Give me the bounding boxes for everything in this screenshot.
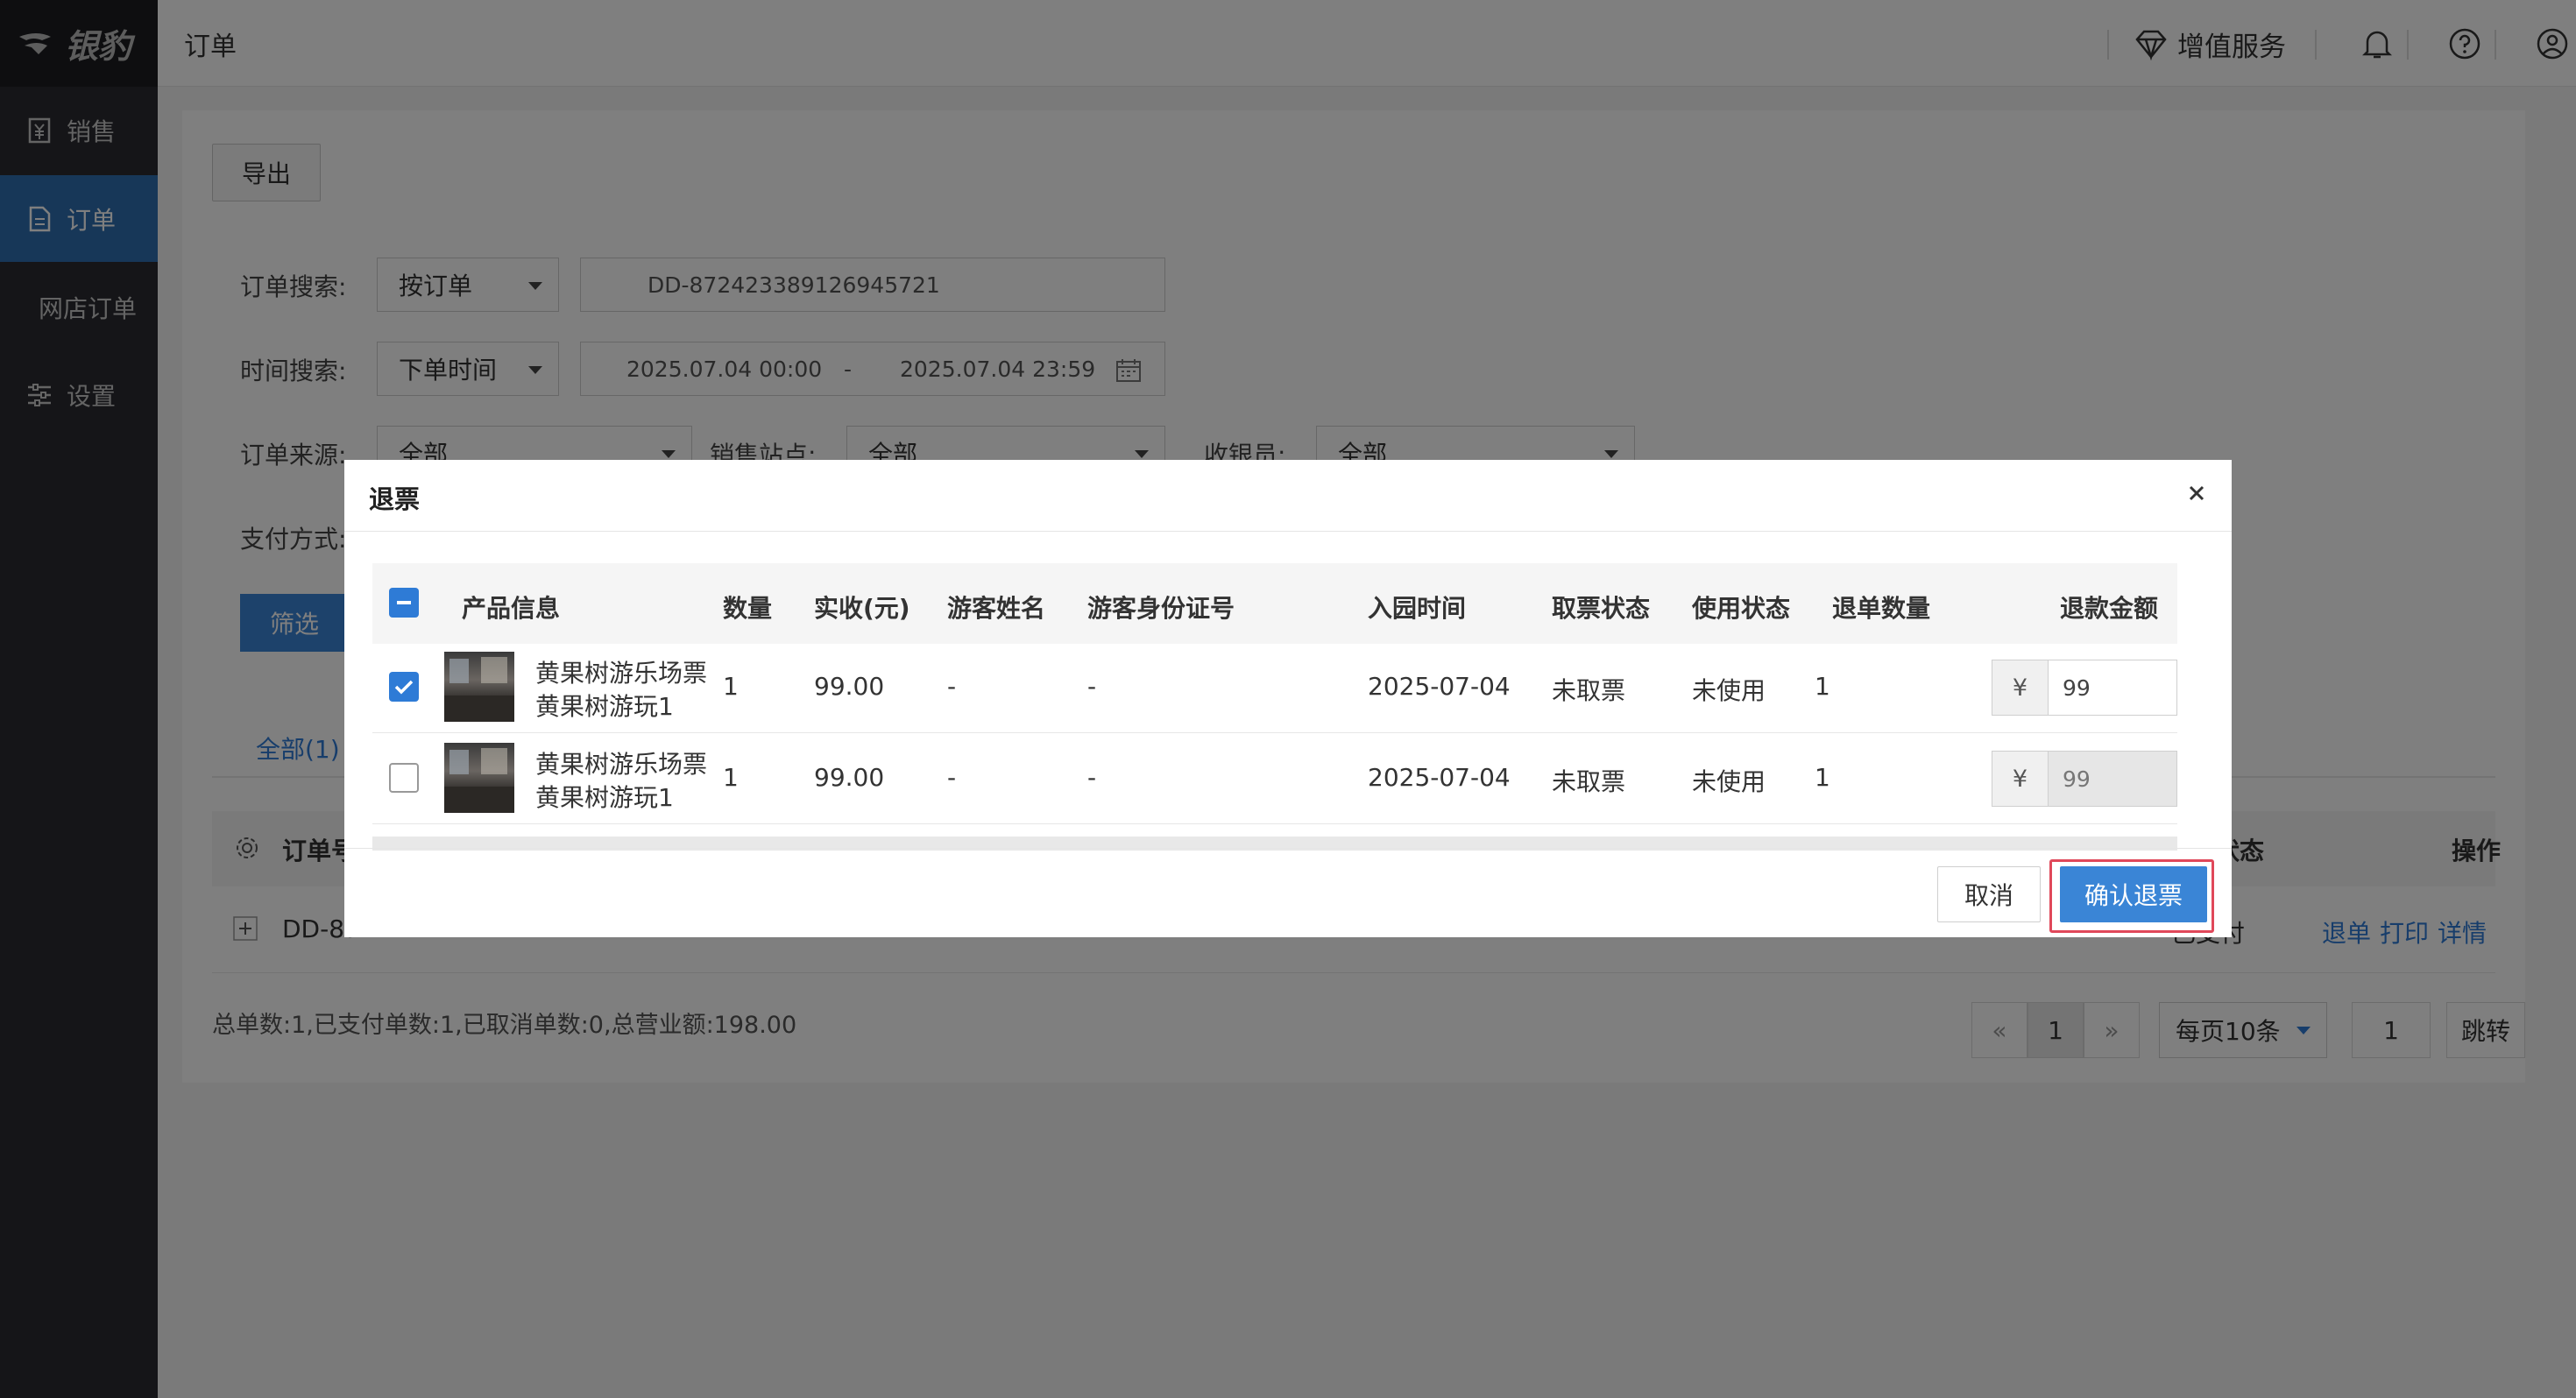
refund-amount-input-disabled: ¥ 99 — [1992, 751, 2177, 807]
ticket-status: 未取票 — [1552, 767, 1626, 796]
column-header-qty: 数量 — [723, 594, 773, 623]
product-name: 黄果树游乐场票 — [535, 750, 708, 779]
product-variant: 黄果树游玩1 — [535, 783, 674, 812]
ticket-status: 未取票 — [1552, 676, 1626, 705]
product-variant: 黄果树游玩1 — [535, 692, 674, 721]
column-header-entry-time: 入园时间 — [1368, 594, 1467, 623]
refund-quantity: 1 — [1815, 672, 1830, 701]
column-header-use-status: 使用状态 — [1692, 594, 1791, 623]
use-status: 未使用 — [1692, 676, 1766, 705]
product-thumbnail — [444, 652, 514, 722]
visitor-name: - — [947, 672, 957, 701]
close-icon[interactable] — [2179, 476, 2214, 511]
product-name: 黄果树游乐场票 — [535, 659, 708, 688]
entry-date: 2025-07-04 — [1368, 672, 1511, 701]
column-header-visitor-name: 游客姓名 — [947, 594, 1046, 623]
refund-dialog: 退票 产品信息 数量 实收(元) 游客姓名 游客身份证号 入园时间 取票状态 使… — [344, 460, 2232, 937]
row-checkbox[interactable] — [389, 763, 419, 793]
column-header-refund-amount: 退款金额 — [2060, 594, 2159, 623]
column-header-received: 实收(元) — [814, 594, 910, 623]
row-divider — [372, 823, 2177, 824]
received-amount: 99.00 — [814, 672, 885, 701]
visitor-id: - — [1087, 763, 1097, 792]
dialog-header: 退票 — [344, 460, 2232, 532]
column-header-ticket-status: 取票状态 — [1552, 594, 1651, 623]
dialog-title: 退票 — [369, 484, 421, 514]
visitor-name: - — [947, 763, 957, 792]
row-divider — [372, 732, 2177, 733]
refund-amount-value: 99 — [2049, 752, 2176, 806]
column-header-product: 产品信息 — [462, 594, 561, 623]
product-thumbnail — [444, 743, 514, 813]
minus-icon — [397, 601, 411, 604]
select-all-checkbox[interactable] — [389, 588, 419, 618]
cancel-button[interactable]: 取消 — [1937, 866, 2041, 922]
quantity: 1 — [723, 763, 739, 792]
refund-amount-value: 99 — [2063, 674, 2091, 701]
use-status: 未使用 — [1692, 767, 1766, 796]
visitor-id: - — [1087, 672, 1097, 701]
refund-amount-input[interactable]: ¥ 99 — [1992, 660, 2177, 716]
confirm-refund-button[interactable]: 确认退票 — [2060, 866, 2207, 922]
column-header-refund-qty: 退单数量 — [1832, 594, 1931, 623]
column-header-visitor-id: 游客身份证号 — [1087, 594, 1235, 623]
refund-quantity: 1 — [1815, 763, 1830, 792]
currency-prefix: ¥ — [1992, 660, 2049, 715]
currency-prefix: ¥ — [1992, 752, 2049, 806]
row-checkbox[interactable] — [389, 672, 419, 702]
entry-date: 2025-07-04 — [1368, 763, 1511, 792]
received-amount: 99.00 — [814, 763, 885, 792]
checkmark-icon — [394, 680, 414, 695]
quantity: 1 — [723, 672, 739, 701]
